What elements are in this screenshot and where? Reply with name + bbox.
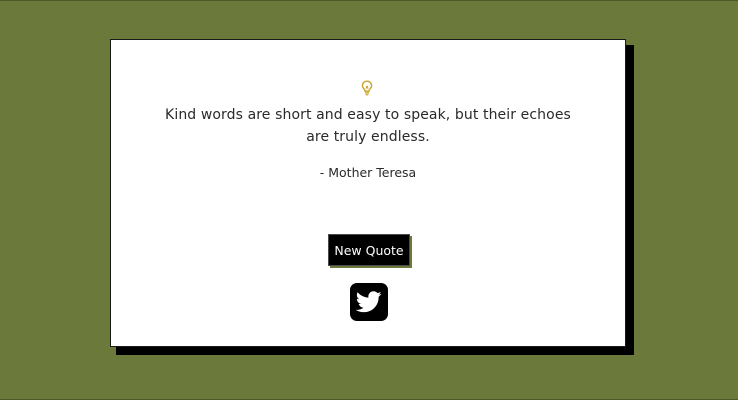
new-quote-button[interactable]: New Quote	[328, 234, 410, 266]
quote-text: Kind words are short and easy to speak, …	[165, 107, 571, 145]
quote-card: Kind words are short and easy to speak, …	[110, 39, 626, 347]
tweet-button[interactable]	[350, 283, 388, 321]
twitter-icon	[356, 291, 382, 313]
quote-author: - Mother Teresa	[319, 165, 417, 180]
lightbulb-icon	[361, 80, 373, 96]
